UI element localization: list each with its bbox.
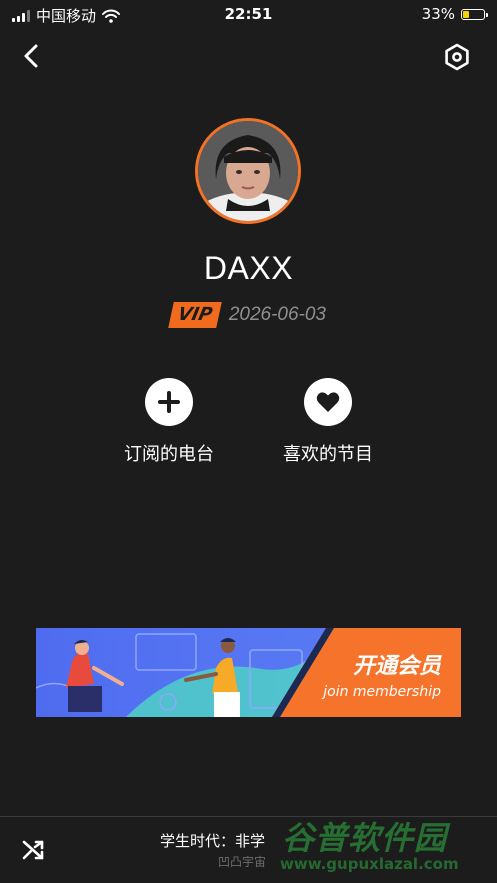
- subscribed-stations-label: 订阅的电台: [124, 444, 214, 465]
- vip-expiry-date: 2026-06-03: [228, 304, 327, 325]
- watermark-title: 谷普软件园: [282, 819, 448, 857]
- status-right: 33%: [421, 5, 488, 23]
- settings-button[interactable]: [440, 40, 474, 74]
- membership-banner[interactable]: 开通会员 join membership: [36, 628, 461, 717]
- vip-row: VIP 2026-06-03: [0, 302, 497, 328]
- now-playing-subtitle: 凹凸宇宙: [218, 855, 267, 869]
- shuffle-icon: [22, 840, 44, 860]
- liked-programs-label: 喜欢的节目: [283, 444, 373, 465]
- now-playing-title[interactable]: 学生时代：非学: [160, 830, 265, 851]
- plus-icon: [145, 378, 193, 426]
- avatar[interactable]: [195, 118, 301, 224]
- banner-subtitle: join membership: [323, 684, 441, 700]
- watermark-url: www.gupuxlazal.com: [280, 855, 459, 873]
- settings-hexagon-icon: [445, 43, 469, 71]
- battery-icon: [461, 8, 488, 20]
- shuffle-button[interactable]: [20, 836, 48, 864]
- battery-percent: 33%: [421, 5, 455, 23]
- avatar-image: [198, 121, 298, 221]
- battery-level: [463, 10, 469, 18]
- chevron-left-icon: [24, 44, 38, 68]
- username: DAXX: [203, 250, 294, 286]
- vip-badge: VIP: [168, 302, 222, 328]
- heart-icon: [304, 378, 352, 426]
- status-bar: 中国移动 22:51 33%: [0, 0, 497, 30]
- back-button[interactable]: [16, 40, 48, 72]
- subscribed-stations-button[interactable]: 订阅的电台: [94, 378, 244, 466]
- liked-programs-button[interactable]: 喜欢的节目: [253, 378, 403, 466]
- banner-title: 开通会员: [352, 654, 441, 679]
